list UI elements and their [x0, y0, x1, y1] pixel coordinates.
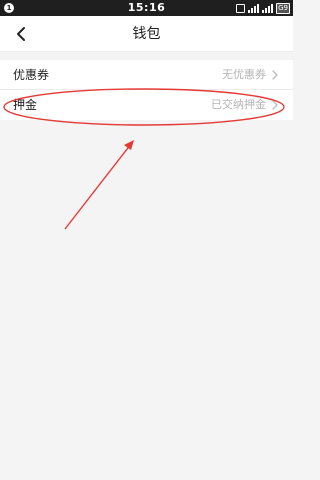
pointer-arrow-shaft: [64, 143, 132, 230]
coupon-row[interactable]: 优惠券 无优惠券: [0, 60, 293, 90]
pointer-arrow-head: [124, 140, 134, 150]
signal-strength-icon: [262, 3, 274, 13]
chevron-right-icon: [272, 70, 278, 80]
screenshot-icon: [236, 3, 246, 13]
page-title: 钱包: [132, 26, 161, 42]
status-bar: 1 15:16 G9: [0, 0, 293, 16]
status-icons: G9: [236, 2, 290, 14]
wallet-list: 优惠券 无优惠券 押金 已交纳押金: [0, 60, 293, 120]
coupon-label: 优惠券: [13, 68, 50, 82]
signal-icon: [248, 3, 260, 13]
deposit-row[interactable]: 押金 已交纳押金: [0, 90, 293, 120]
chevron-right-icon: [272, 100, 278, 110]
battery-icon: G9: [276, 2, 290, 14]
nav-bar: 钱包: [0, 16, 293, 52]
coupon-value: 无优惠券: [222, 68, 266, 81]
deposit-label: 押金: [13, 98, 38, 112]
deposit-value: 已交纳押金: [211, 98, 266, 111]
